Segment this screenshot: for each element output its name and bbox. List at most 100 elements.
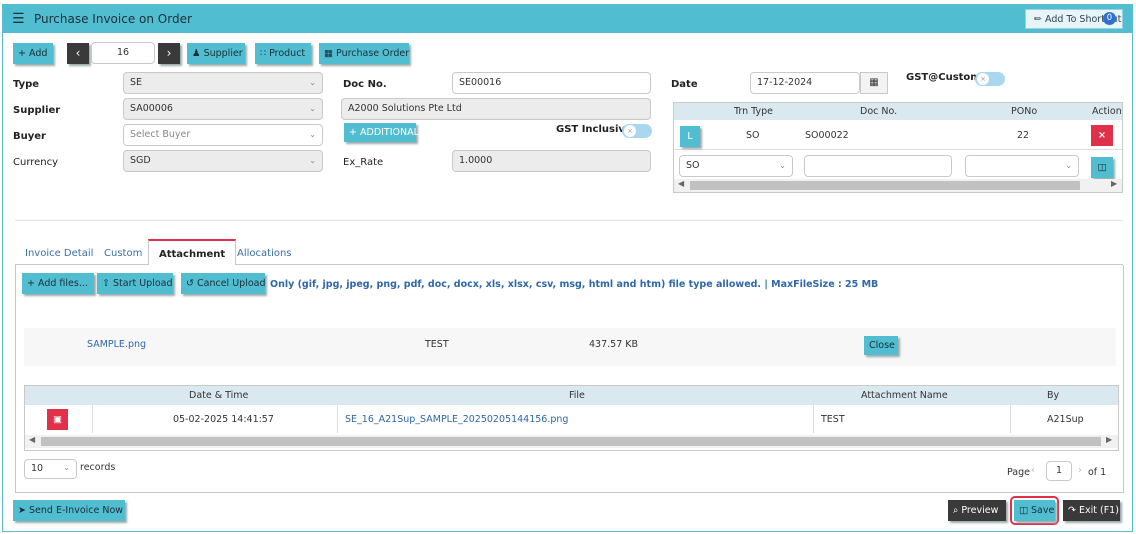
column-header-datetime: Date & Time [189, 390, 249, 401]
pending-file-size: 437.57 KB [589, 339, 639, 350]
column-divider [1010, 405, 1011, 433]
table-row: ▣ 05-02-2025 14:41:57 SE_16_A21Sup_SAMPL… [25, 405, 1118, 433]
order-grid-scrollbar[interactable]: ◀ ▶ [674, 179, 1122, 192]
column-header-attachment-name: Attachment Name [861, 390, 948, 401]
add-button[interactable]: + Add [13, 43, 53, 64]
records-label: records [80, 462, 116, 473]
preview-button[interactable]: ⌕ Preview [948, 500, 1006, 521]
chevron-down-icon: ⌄ [63, 463, 70, 472]
scroll-thumb[interactable] [41, 437, 1101, 446]
attachment-file-link[interactable]: SE_16_A21Sup_SAMPLE_20250205144156.png [345, 414, 568, 425]
start-upload-button[interactable]: ⇧ Start Upload [97, 273, 173, 294]
tab-invoice-detail[interactable]: Invoice Detail [25, 248, 93, 259]
supplier-name-field: A2000 Solutions Pte Ltd [341, 98, 651, 120]
additional-button[interactable]: + ADDITIONAL [344, 123, 419, 142]
supplier-button[interactable]: ♟ Supplier [187, 43, 245, 64]
section-divider [15, 220, 1123, 221]
buyer-label: Buyer [13, 131, 46, 142]
delete-row-button[interactable]: × [1091, 125, 1113, 146]
column-divider [337, 405, 338, 433]
chevron-down-icon: ⌄ [1065, 161, 1072, 170]
column-header-action: Action [1092, 106, 1122, 117]
attachment-table-scrollbar[interactable]: ◀ ▶ [25, 435, 1118, 448]
exit-button[interactable]: ↷ Exit (F1) [1063, 500, 1120, 521]
previous-page-icon[interactable]: ‹ [1031, 465, 1035, 476]
previous-record-button[interactable]: ‹ [67, 43, 89, 64]
allowed-file-types-note: Only (gif, jpg, jpeg, png, pdf, doc, doc… [270, 279, 879, 290]
pending-upload-row: SAMPLE.png TEST 437.57 KB Close [24, 328, 1116, 366]
supplier-label: Supplier [13, 105, 61, 116]
next-record-button[interactable]: › [158, 43, 180, 64]
page-label: Page [1007, 467, 1030, 478]
attachment-table: Date & Time File Attachment Name By ▣ 05… [24, 385, 1119, 451]
user-icon: ♟ [192, 48, 201, 59]
search-icon: ⌕ [953, 505, 959, 516]
close-button[interactable]: Close [864, 336, 898, 355]
add-files-button[interactable]: + Add files... [22, 273, 94, 294]
doc-no-cell: SO00022 [805, 130, 849, 141]
date-input[interactable]: 17-12-2024 [750, 72, 860, 94]
type-select[interactable]: SE ⌄ [123, 72, 323, 94]
scroll-left-icon[interactable]: ◀ [678, 179, 684, 188]
chevron-down-icon: ⌄ [309, 130, 316, 139]
purchase-order-button[interactable]: ▦ Purchase Order [319, 43, 409, 64]
title-bar: ☰ Purchase Invoice on Order ✏ Add To Sho… [3, 5, 1132, 33]
scroll-right-icon[interactable]: ▶ [1111, 179, 1117, 188]
gst-custom-toggle[interactable]: × [975, 72, 1005, 86]
toggle-knob: × [624, 125, 636, 137]
save-row-icon[interactable]: ◫ [1091, 157, 1113, 178]
next-page-icon[interactable]: › [1078, 465, 1082, 476]
purchase-invoice-window: ☰ Purchase Invoice on Order ✏ Add To Sho… [2, 4, 1133, 532]
doc-no-label: Doc No. [343, 79, 387, 90]
attachment-by-cell: A21Sup [1047, 414, 1084, 425]
currency-label: Currency [13, 157, 59, 168]
trn-type-select[interactable]: SO ⌄ [679, 155, 793, 177]
detail-tabs: Invoice Detail Custom Attachment Allocat… [15, 239, 1123, 266]
chevron-down-icon: ⌄ [779, 161, 786, 170]
supplier-select[interactable]: SA00006 ⌄ [123, 98, 323, 120]
send-e-invoice-button[interactable]: ➤ Send E-Invoice Now [13, 500, 125, 521]
scroll-thumb[interactable] [690, 181, 1080, 190]
doc-no-select[interactable] [804, 155, 952, 177]
tab-attachment[interactable]: Attachment [148, 239, 237, 266]
plus-icon: + [18, 48, 26, 59]
gst-inclusive-toggle[interactable]: × [622, 124, 652, 138]
tab-custom[interactable]: Custom [104, 248, 142, 259]
doc-no-input[interactable]: SE00016 [452, 72, 651, 94]
trash-icon[interactable]: ▣ [47, 409, 68, 430]
hamburger-icon[interactable]: ☰ [12, 11, 25, 27]
plus-icon: + [349, 127, 357, 138]
chevron-down-icon: ⌄ [309, 104, 316, 113]
po-no-select[interactable]: ⌄ [965, 155, 1079, 177]
currency-select[interactable]: SGD ⌄ [123, 150, 323, 172]
exit-icon: ↷ [1068, 505, 1076, 516]
ex-rate-label: Ex_Rate [343, 157, 384, 168]
calendar-icon[interactable]: ▦ [860, 72, 888, 94]
record-number-input[interactable]: 16 [91, 42, 155, 64]
page-size-select[interactable]: 10 ⌄ [24, 459, 77, 479]
link-row-button[interactable]: L [680, 126, 700, 147]
record-navigator: ‹ 16 › [67, 42, 181, 64]
column-header-trn-type: Trn Type [734, 106, 774, 117]
send-icon: ➤ [18, 505, 26, 516]
cancel-upload-button[interactable]: ↺ Cancel Upload [181, 273, 266, 294]
chevron-down-icon: ⌄ [309, 78, 316, 87]
column-header-po-no: PONo [1011, 106, 1038, 117]
product-button[interactable]: ∷ Product [255, 43, 311, 64]
toggle-knob: × [977, 73, 989, 85]
tab-allocations[interactable]: Allocations [237, 248, 292, 259]
page-number-input[interactable]: 1 [1046, 461, 1072, 481]
pending-file-name[interactable]: SAMPLE.png [87, 339, 146, 350]
buyer-select[interactable]: Select Buyer ⌄ [123, 124, 323, 146]
column-header-file: File [569, 390, 585, 401]
order-grid-header: Trn Type Doc No. PONo Action [674, 103, 1122, 120]
gst-custom-label: GST@Custom [906, 72, 981, 83]
column-header-by: By [1047, 390, 1060, 401]
save-button[interactable]: ◫ Save [1014, 500, 1055, 521]
add-to-shortcut-button[interactable]: ✏ Add To ShortCut 0 [1025, 9, 1123, 29]
scroll-left-icon[interactable]: ◀ [29, 435, 35, 444]
attachment-table-header: Date & Time File Attachment Name By [25, 386, 1118, 405]
ex-rate-input[interactable]: 1.0000 [452, 150, 651, 172]
scroll-right-icon[interactable]: ▶ [1106, 435, 1112, 444]
undo-icon: ↺ [186, 278, 194, 289]
